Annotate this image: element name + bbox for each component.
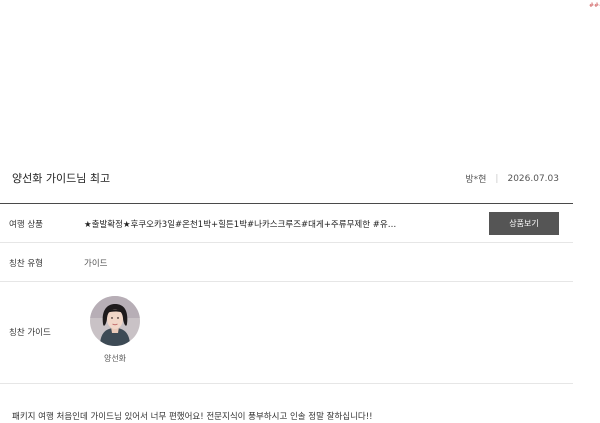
review-title: 양선화 가이드님 최고 [12,172,111,185]
product-name: ★출발확정★후쿠오카3일#온천1박+힐튼1박#나카스크루즈#대게+주류무제한 #… [84,220,404,230]
guide-name: 양선화 [103,354,127,363]
praise-type-label: 칭찬 유형 [9,259,43,269]
review-meta: 방*현 | 2026.07.03 [465,172,559,186]
praised-guide-label: 칭찬 가이드 [9,328,51,338]
corner-mark: ##### [589,2,600,9]
review-body: 패키지 여행 처음인데 가이드님 있어서 너무 편했어요! 전문지식이 풍부하시… [12,412,373,422]
praised-guide-row: 칭찬 가이드 양선화 [0,282,573,384]
product-row: 여행 상품 ★출발확정★후쿠오카3일#온천1박+힐튼1박#나카스크루즈#대게+주… [0,204,573,243]
view-product-button[interactable]: 상품보기 [489,212,559,235]
praise-type-value: 가이드 [84,259,108,269]
review-header: 양선화 가이드님 최고 방*현 | 2026.07.03 [12,164,573,192]
guide-avatar [90,296,140,346]
guide-card: 양선화 [89,296,141,364]
praise-type-row: 칭찬 유형 가이드 [0,243,573,282]
review-author: 방*현 [465,175,487,185]
meta-separator: | [495,173,499,184]
review-date: 2026.07.03 [507,173,559,184]
product-label: 여행 상품 [9,220,43,230]
